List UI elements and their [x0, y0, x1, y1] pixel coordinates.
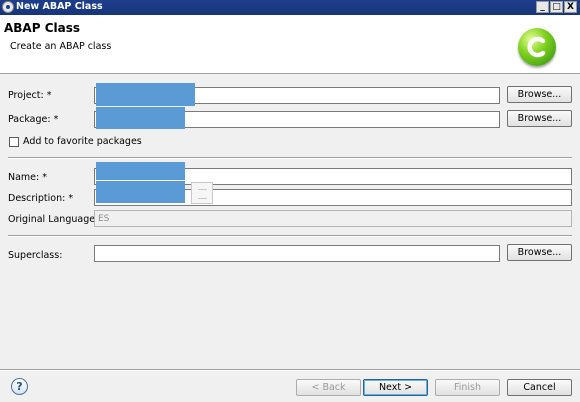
superclass-label: Superclass: — [8, 250, 63, 261]
content-assist-icon — [191, 182, 213, 204]
maximize-button[interactable]: □ — [550, 1, 563, 13]
cancel-button[interactable]: Cancel — [507, 379, 572, 396]
redacted-name — [96, 162, 185, 180]
name-label: Name: * — [8, 172, 47, 183]
app-icon — [2, 1, 14, 13]
close-button[interactable]: X — [564, 1, 577, 13]
finish-button[interactable]: Finish — [435, 379, 500, 396]
favorite-checkbox[interactable] — [9, 137, 19, 147]
footer-separator — [0, 369, 580, 371]
project-browse-button[interactable]: Browse... — [507, 86, 572, 103]
page-subtitle: Create an ABAP class — [10, 41, 112, 52]
redacted-description — [96, 181, 185, 203]
title-bar: New ABAP Class _ □ X — [0, 0, 580, 15]
window-title: New ABAP Class — [16, 1, 103, 12]
package-browse-button[interactable]: Browse... — [507, 110, 572, 127]
wizard-header: ABAP Class Create an ABAP class — [0, 15, 580, 74]
separator — [8, 157, 572, 159]
separator — [8, 235, 572, 237]
description-label: Description: * — [8, 193, 74, 204]
next-button[interactable]: Next > — [363, 379, 428, 396]
page-title: ABAP Class — [4, 21, 80, 35]
superclass-input[interactable] — [94, 245, 500, 262]
language-field: ES — [94, 210, 572, 227]
redacted-project — [96, 83, 195, 106]
language-label: Original Language: — [8, 214, 99, 225]
package-label: Package: * — [8, 114, 59, 125]
favorite-label: Add to favorite packages — [23, 136, 142, 147]
abap-class-logo-icon — [518, 28, 556, 66]
project-label: Project: * — [8, 90, 52, 101]
redacted-package — [96, 107, 185, 129]
superclass-browse-button[interactable]: Browse... — [507, 244, 572, 261]
back-button[interactable]: < Back — [296, 379, 361, 396]
minimize-button[interactable]: _ — [536, 1, 549, 13]
help-icon[interactable]: ? — [11, 378, 28, 395]
